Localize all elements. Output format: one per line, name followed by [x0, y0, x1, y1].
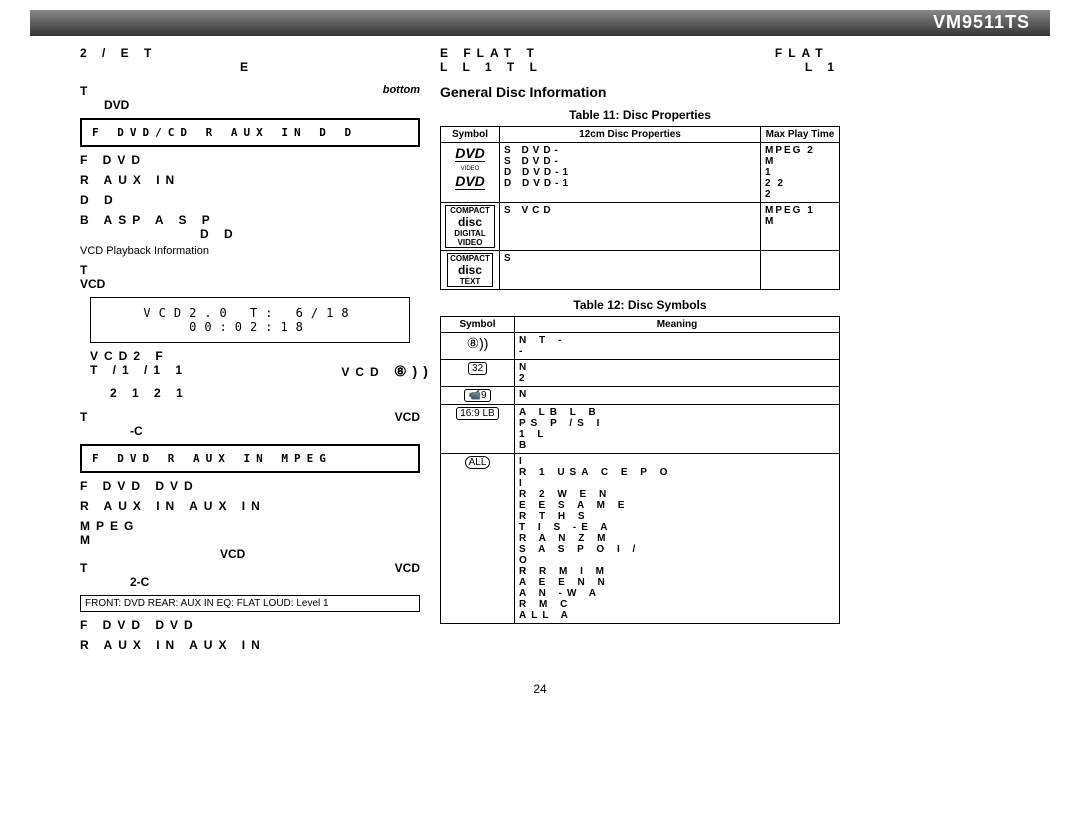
banner-right-t2: L L 1 T L: [440, 60, 543, 74]
table11-caption: Table 11: Disc Properties: [440, 108, 840, 122]
lcd-box-2: F DVD R AUX IN MPEG: [80, 444, 420, 473]
letterbox-symbol-icon: 16:9 LB: [456, 407, 498, 420]
t11-r1-props: S DVD- S DVD- D DVD-1 D DVD-1: [500, 143, 761, 203]
dvd-label: DVD: [80, 98, 420, 112]
two-c: 2-C: [80, 575, 420, 589]
r-aux3-line: R AUX IN AUX IN: [80, 638, 420, 652]
vcd2-line: VCD2 F: [80, 349, 420, 363]
table12-caption: Table 12: Disc Symbols: [440, 298, 840, 312]
t12-r5: I R 1 USA C E P O I R 2 W E N E E S A M …: [515, 454, 840, 624]
b-line: B ASP A S P: [80, 213, 420, 227]
t11-header-symbol: Symbol: [441, 127, 500, 143]
f-dvd3-line: F DVD DVD: [80, 618, 420, 632]
table-row: 16:9 LB A LB L B PS P /S I 1 L B: [441, 405, 840, 454]
bottom-word: bottom: [383, 84, 420, 98]
chapter-symbol-icon: 32: [468, 362, 487, 375]
sound-icon: ⑧)): [394, 363, 420, 380]
t11-header-time: Max Play Time: [761, 127, 840, 143]
vcd-label: VCD: [80, 277, 420, 291]
table-disc-properties: Symbol 12cm Disc Properties Max Play Tim…: [440, 126, 840, 290]
lcd-thin-box: FRONT: DVD REAR: AUX IN EQ: FLAT LOUD: L…: [80, 595, 420, 612]
banner-left-top: 2 / E T: [80, 46, 157, 60]
region-all-symbol-icon: ALL: [465, 456, 491, 469]
f-dvd2-line: F DVD DVD: [80, 479, 420, 493]
t-vcd2: T: [80, 561, 87, 575]
r-aux2-line: R AUX IN AUX IN: [80, 499, 420, 513]
t12-r1: N T - -: [515, 333, 840, 360]
vcd-playback-note: VCD Playback Information: [80, 245, 420, 257]
banner-right-t1: E FLAT T: [440, 46, 540, 60]
table-disc-symbols: Symbol Meaning ⑧)) N T - - 32 N 2: [440, 316, 840, 624]
r-aux-line: R AUX IN: [80, 173, 420, 187]
mpeg-line: MPEG: [80, 519, 420, 533]
page-content: 2 / E T E T bottom DVD F DVD/CD R AUX IN…: [0, 36, 1080, 652]
t-vcd1-r: VCD: [395, 410, 420, 424]
vcd-right: VCD ⑧)): [341, 363, 420, 380]
b-sub-line: D D: [80, 227, 420, 241]
vcd-logo-icon: COMPACTdiscDIGITAL VIDEO: [445, 205, 495, 248]
osd-display: VCD2.0 T: 6/18 00:02:18: [90, 297, 410, 343]
lcd-box-1: F DVD/CD R AUX IN D D: [80, 118, 420, 147]
t11-header-props: 12cm Disc Properties: [500, 127, 761, 143]
general-disc-info-title: General Disc Information: [440, 84, 840, 100]
camera-symbol-icon: 📹9: [464, 389, 490, 402]
vcd-alone: VCD: [80, 547, 420, 561]
t12-header-meaning: Meaning: [515, 317, 840, 333]
r21-line: 2 1 2 1: [80, 386, 420, 400]
dash-c: -C: [80, 424, 420, 438]
model-number: VM9511TS: [933, 12, 1030, 33]
table-row: ALL I R 1 USA C E P O I R 2 W E N E E S …: [441, 454, 840, 624]
t-vcd2-r: VCD: [395, 561, 420, 575]
t12-r2: N 2: [515, 360, 840, 387]
t11-r3-props: S: [500, 251, 761, 290]
table-row: COMPACTdiscDIGITAL VIDEO S VCD MPEG 1 M: [441, 203, 840, 251]
dvd-logo-icon: DVD: [455, 145, 485, 162]
d-d-line: D D: [80, 193, 420, 207]
banner-right-t3: FLAT: [775, 46, 829, 60]
t11-r2-time: MPEG 1 M: [761, 203, 840, 251]
t2-label: T: [80, 263, 420, 277]
header-bar: VM9511TS: [30, 10, 1050, 36]
right-column: E FLAT T L L 1 T L FLAT L 1 General Disc…: [440, 46, 840, 652]
t11-r2-props: S VCD: [500, 203, 761, 251]
page-number: 24: [0, 682, 1080, 696]
t11-r1-time: MPEG 2 M 1 2 2 2: [761, 143, 840, 203]
t12-r4: A LB L B PS P /S I 1 L B: [515, 405, 840, 454]
t1-line: T /1 /1 1: [80, 363, 188, 380]
t-vcd1: T: [80, 410, 87, 424]
dvd-logo-icon: DVD: [455, 173, 485, 190]
t12-r3: N: [515, 387, 840, 405]
f-dvd-line: F DVD: [80, 153, 420, 167]
t12-header-symbol: Symbol: [441, 317, 515, 333]
table-row: COMPACTdiscTEXT S: [441, 251, 840, 290]
t-label: T: [80, 84, 87, 98]
table-row: DVD VIDEO DVD S DVD- S DVD- D DVD-1 D DV…: [441, 143, 840, 203]
sound-symbol-icon: ⑧)): [465, 335, 491, 352]
table-row: 📹9 N: [441, 387, 840, 405]
table-row: ⑧)) N T - -: [441, 333, 840, 360]
m-line: M: [80, 533, 420, 547]
left-column: 2 / E T E T bottom DVD F DVD/CD R AUX IN…: [30, 46, 420, 652]
banner-right-t4: L 1: [775, 60, 840, 74]
table-row: 32 N 2: [441, 360, 840, 387]
banner-left-sub: E: [80, 60, 254, 74]
cd-logo-icon: COMPACTdiscTEXT: [447, 253, 493, 287]
